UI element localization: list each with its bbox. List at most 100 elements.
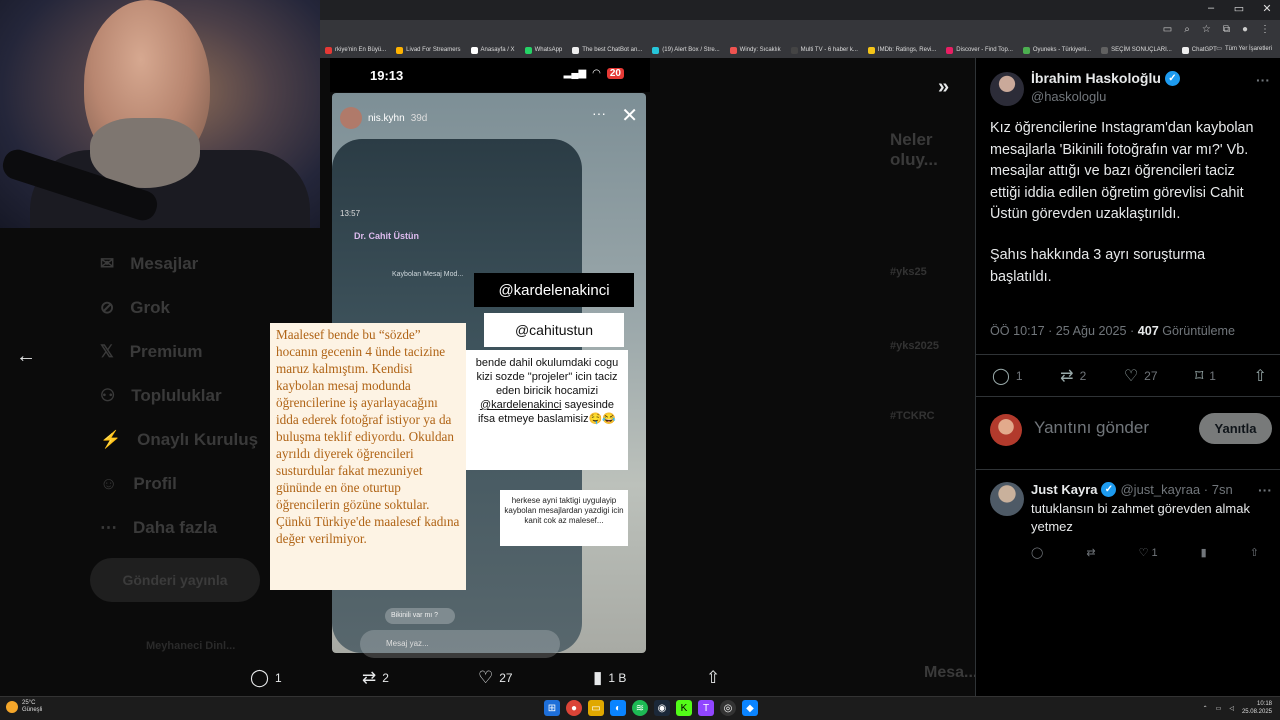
media-reply-button[interactable]: ◯ 1: [250, 668, 282, 688]
bookmark-item[interactable]: rkiye'nin En Büyü...: [320, 46, 391, 54]
tweet-paragraph-2: Şahıs hakkında 3 ayrı soruşturma başlatı…: [990, 246, 1206, 285]
address-bar[interactable]: ▭ ⌕ ☆ ⧉ ● ⋮: [320, 20, 1280, 42]
phone-status-icons: ▂▄▆ ◠ 20: [564, 68, 624, 79]
reply-avatar[interactable]: [990, 482, 1024, 516]
back-arrow-icon[interactable]: ←: [16, 345, 38, 367]
verified-badge-icon: ✓: [1164, 70, 1180, 86]
bookmark-item[interactable]: Oyuneks - Türkiyeni...: [1018, 46, 1096, 54]
story-more-icon[interactable]: ···: [592, 105, 606, 121]
reply-reply-icon[interactable]: ◯: [1031, 546, 1043, 559]
repost-button[interactable]: ⇄ 2: [1060, 366, 1086, 386]
bookmark-label: ChatGPT: [1191, 47, 1217, 53]
media-views-count: 1 B: [608, 671, 627, 685]
extensions-icon[interactable]: ⧉: [1223, 24, 1230, 35]
background-nav-label: Profil: [133, 474, 177, 493]
bookmark-button[interactable]: ⌑ 1: [1195, 366, 1216, 386]
kick-icon[interactable]: K: [676, 700, 692, 716]
author-handle[interactable]: @haskologlu: [1031, 89, 1106, 104]
weather-widget[interactable]: 25°C Güneşli: [6, 700, 42, 714]
reply-like-button[interactable]: ♡ 1: [1139, 546, 1158, 559]
folder-icon[interactable]: ▭: [588, 700, 604, 716]
background-nav-item: ⚡ Onaylı Kuruluş: [100, 430, 258, 450]
menu-icon[interactable]: ⋮: [1260, 24, 1270, 35]
start-icon[interactable]: ⊞: [544, 700, 560, 716]
bookmark-item[interactable]: WhatsApp: [520, 46, 568, 54]
bookmark-item[interactable]: Discover - Find Top...: [941, 46, 1018, 54]
expand-icon[interactable]: »: [938, 76, 949, 99]
edge-icon[interactable]: ◐: [610, 700, 626, 716]
obs-icon[interactable]: ◎: [720, 700, 736, 716]
bookmark-item[interactable]: SEÇİM SONUÇLARI...: [1096, 46, 1177, 54]
bookmark-label: Oyuneks - Türkiyeni...: [1032, 47, 1092, 53]
tweet-paragraph-1: Kız öğrencilerine Instagram'dan kaybolan…: [990, 120, 1254, 223]
bookmark-item[interactable]: Livad For Streamers: [391, 46, 465, 54]
clock[interactable]: 10:18 25.08.2025: [1242, 700, 1272, 716]
chrome-icon[interactable]: ●: [566, 700, 582, 716]
zoom-icon[interactable]: ⌕: [1184, 24, 1190, 35]
tweet-actions: ◯ 1 ⇄ 2 ♡ 27 ⌑ 1 ⇧: [992, 366, 1267, 386]
bookmark-item[interactable]: Windy: Sıcaklık: [725, 46, 786, 54]
story-text-excerpt: Maalesef bende bu “sözde” hocanın geceni…: [270, 323, 466, 590]
bookmark-item[interactable]: IMDb: Ratings, Revi...: [863, 46, 941, 54]
tray-chevron-icon[interactable]: ⌃: [1203, 705, 1208, 712]
close-icon[interactable]: ✕: [1260, 2, 1274, 15]
reply-author[interactable]: Just Kayra ✓ @just_kayraa · 7sn: [1031, 482, 1233, 497]
steam-icon[interactable]: ◉: [654, 700, 670, 716]
bookmark-label: (19) Alert Box / Stre...: [662, 47, 720, 53]
more-options-icon[interactable]: ···: [1256, 72, 1270, 88]
like-button[interactable]: ♡ 27: [1124, 366, 1158, 386]
reply-share-icon[interactable]: ⇧: [1250, 546, 1259, 559]
volume-icon[interactable]: ◁: [1229, 705, 1234, 712]
bookmark-item[interactable]: (19) Alert Box / Stre...: [647, 46, 724, 54]
cast-icon[interactable]: ▭: [1163, 24, 1172, 35]
reply-input[interactable]: Yanıtını gönder: [1034, 418, 1149, 438]
spotify-icon[interactable]: ≋: [632, 700, 648, 716]
tweet-header: İbrahim Haskoloğlu ✓ @haskologlu ···: [990, 70, 1270, 110]
all-bookmarks[interactable]: ▭ Tüm Yer İşaretleri: [1216, 45, 1272, 53]
media-share-button[interactable]: ⇧: [706, 668, 720, 688]
wifi-icon: ◠: [592, 68, 601, 79]
phone-time: 19:13: [370, 68, 404, 83]
media-like-button[interactable]: ♡ 27: [478, 668, 513, 688]
app-icon[interactable]: ◆: [742, 700, 758, 716]
bookmark-favicon-icon: [325, 46, 332, 54]
media-repost-count: 2: [382, 671, 389, 685]
background-nav-icon: ⋯: [100, 518, 117, 537]
reply-views-icon[interactable]: ▮: [1201, 546, 1207, 559]
share-button[interactable]: ⇧: [1254, 366, 1267, 386]
bookmark-item[interactable]: The best ChatBot an...: [567, 46, 647, 54]
reply-more-icon[interactable]: ···: [1258, 482, 1272, 498]
reply-item[interactable]: Just Kayra ✓ @just_kayraa · 7sn ··· tutu…: [990, 480, 1272, 570]
bookmark-item[interactable]: ChatGPT: [1177, 46, 1222, 54]
screen: – ▭ ✕ ▭ ⌕ ☆ ⧉ ● ⋮ rkiye'nin En Büyü... Li…: [0, 0, 1280, 720]
bookmark-item[interactable]: Multi TV - 6 haber k...: [786, 46, 863, 54]
bookmark-label: Multi TV - 6 haber k...: [800, 47, 858, 53]
minimize-icon[interactable]: –: [1204, 2, 1218, 15]
bookmark-favicon-icon: [652, 46, 660, 54]
bookmark-favicon-icon: [524, 46, 532, 54]
media-views-button[interactable]: ▮ 1 B: [593, 668, 626, 688]
reply-submit-button[interactable]: Yanıtla: [1199, 413, 1272, 444]
background-nav-icon: ⚡: [100, 430, 122, 449]
network-icon[interactable]: ▭: [1216, 705, 1222, 712]
story-close-icon[interactable]: ✕: [621, 103, 638, 128]
inner-contact-name: Dr. Cahit Üstün: [354, 231, 420, 241]
weather-desc: Güneşli: [22, 707, 43, 713]
tweet-views-label: Görüntüleme: [1158, 324, 1236, 338]
background-post-button: Gönderi yayınla: [90, 558, 260, 602]
tweet-time[interactable]: ÖÖ 10:17 · 25 Ağu 2025 ·: [990, 324, 1138, 338]
bookmark-label: Windy: Sıcaklık: [739, 47, 781, 53]
media-repost-button[interactable]: ⇄ 2: [362, 668, 389, 688]
bookmark-item[interactable]: Anasayfa / X: [466, 46, 520, 54]
reply-count: 1: [1015, 369, 1023, 383]
tweet-detail-panel: İbrahim Haskoloğlu ✓ @haskologlu ··· Kız…: [975, 58, 1280, 696]
reply-button[interactable]: ◯ 1: [992, 366, 1023, 386]
profile-icon[interactable]: ●: [1242, 24, 1248, 35]
background-trend-1: #yks25: [890, 266, 927, 278]
twitch-icon[interactable]: T: [698, 700, 714, 716]
maximize-icon[interactable]: ▭: [1232, 2, 1246, 15]
star-icon[interactable]: ☆: [1202, 24, 1211, 35]
author-avatar[interactable]: [990, 72, 1024, 106]
reply-repost-icon[interactable]: ⇄: [1086, 546, 1095, 559]
author-name[interactable]: İbrahim Haskoloğlu ✓: [1031, 70, 1180, 86]
